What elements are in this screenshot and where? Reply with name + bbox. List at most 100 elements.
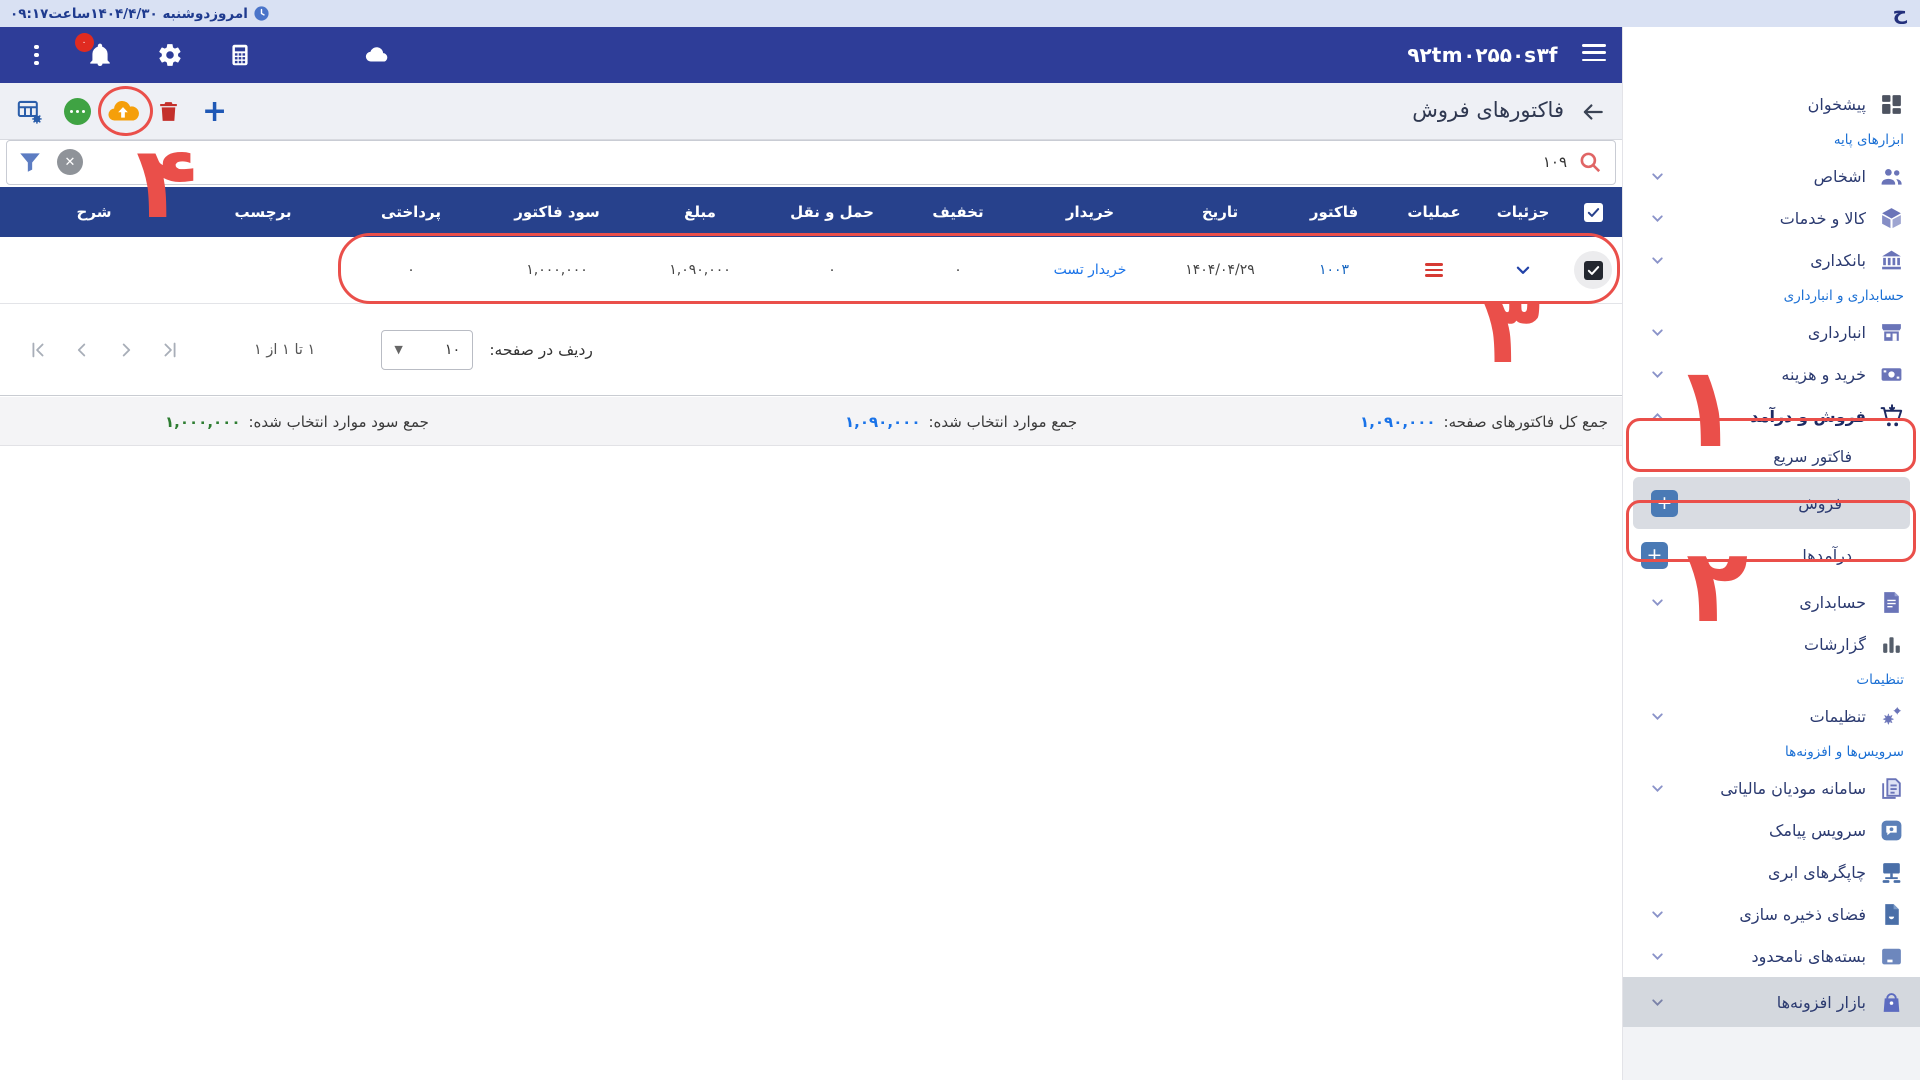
chevron-down-icon — [1649, 324, 1666, 341]
col-tag[interactable]: برچسب — [188, 203, 338, 221]
sidebar-item-accounting[interactable]: حسابداری — [1623, 581, 1920, 623]
section-settings: تنظیمات — [1623, 665, 1920, 695]
sidebar-item-persons[interactable]: اشخاص — [1623, 155, 1920, 197]
selected-total: جمع موارد انتخاب شده: ۱,۰۹۰,۰۰۰ — [845, 397, 1077, 446]
row-date: ۱۴۰۴/۰۴/۲۹ — [1158, 262, 1282, 278]
sidebar-item-goods-services[interactable]: کالا و خدمات — [1623, 197, 1920, 239]
col-invoice-profit[interactable]: سود فاکتور — [484, 203, 630, 221]
chevron-down-icon — [1649, 594, 1666, 611]
prev-page-button[interactable] — [60, 330, 104, 370]
col-amount[interactable]: مبلغ — [630, 203, 770, 221]
sidebar-item-tax-system[interactable]: سامانه مودیان مالیاتی — [1623, 767, 1920, 809]
bar-chart-icon — [1876, 632, 1906, 657]
back-arrow-icon[interactable] — [1580, 99, 1606, 125]
sidebar-item-addons-market[interactable]: بازار افزونه‌ها — [1623, 977, 1920, 1027]
table-header: جزئیات عملیات فاکتور تاریخ خریدار تخفیف … — [0, 187, 1622, 237]
next-page-button[interactable] — [104, 330, 148, 370]
selected-total-value: ۱,۰۹۰,۰۰۰ — [845, 413, 920, 431]
current-date: امروزدوشنبه ۱۴۰۴/۴/۳۰ساعت۰۹:۱۷ — [10, 0, 270, 27]
navbar-icons: ۰ — [30, 27, 390, 83]
add-invoice-button[interactable]: + — [202, 83, 227, 140]
row-discount: ۰ — [894, 262, 1022, 278]
chevron-down-icon — [1649, 366, 1666, 383]
sidebar-item-cloud-printers[interactable]: چاپگرهای ابری — [1623, 851, 1920, 893]
notification-badge: ۰ — [75, 33, 94, 52]
ledger-icon — [1876, 590, 1906, 615]
table-row[interactable]: ۱۰۰۳ ۱۴۰۴/۰۴/۲۹ خریدار تست ۰ ۰ ۱,۰۹۰,۰۰۰… — [0, 237, 1622, 304]
calculator-icon[interactable] — [227, 42, 253, 68]
page-total-value: ۱,۰۹۰,۰۰۰ — [1360, 413, 1435, 431]
col-buyer[interactable]: خریدار — [1022, 203, 1158, 221]
sidebar-toggle-icon[interactable] — [1582, 44, 1606, 61]
col-shipping[interactable]: حمل و نقل — [770, 203, 894, 221]
sidebar-item-banking[interactable]: بانکداری — [1623, 239, 1920, 281]
sidebar-item-sales-income[interactable]: فروش و درآمد — [1623, 395, 1920, 437]
sidebar-item-dashboard[interactable]: پیشخوان — [1623, 83, 1920, 125]
navbar: ۰ ۹۲tm۰۲۵۵۰s۳f — [0, 27, 1622, 83]
sidebar-item-sales[interactable]: فروش + — [1633, 477, 1910, 529]
col-discount[interactable]: تخفیف — [894, 203, 1022, 221]
selected-profit-value: ۱,۰۰۰,۰۰۰ — [165, 413, 240, 431]
settings-gear-icon[interactable] — [157, 42, 183, 68]
documents-icon — [1876, 776, 1906, 801]
first-page-button[interactable] — [16, 330, 60, 370]
col-details[interactable]: جزئیات — [1482, 203, 1564, 221]
clock-icon — [253, 5, 270, 22]
clear-filter-icon[interactable]: ✕ — [57, 149, 83, 175]
app-logo: ح — [1893, 0, 1907, 24]
sidebar-item-sms-service[interactable]: سرویس پیامک — [1623, 809, 1920, 851]
search-icon[interactable] — [1577, 149, 1603, 175]
col-operations[interactable]: عملیات — [1386, 203, 1482, 221]
filter-funnel-icon[interactable] — [17, 149, 43, 175]
sms-icon — [1876, 818, 1906, 843]
kebab-menu-icon[interactable] — [30, 41, 43, 70]
chevron-down-icon — [1649, 210, 1666, 227]
notifications-bell-icon[interactable]: ۰ — [87, 42, 113, 68]
chevron-down-icon — [1649, 780, 1666, 797]
section-basic-tools: ابزارهای پایه — [1623, 125, 1920, 155]
col-description[interactable]: شرح — [0, 203, 188, 221]
search-input[interactable] — [1447, 153, 1567, 171]
col-date[interactable]: تاریخ — [1158, 203, 1282, 221]
chevron-down-icon — [1649, 252, 1666, 269]
row-checkbox[interactable] — [1574, 251, 1612, 289]
sidebar-item-incomes[interactable]: درآمدها + — [1623, 529, 1920, 581]
more-options-button[interactable] — [64, 83, 91, 140]
col-invoice[interactable]: فاکتور — [1282, 203, 1386, 221]
cart-icon — [1876, 404, 1906, 429]
file-icon — [1876, 902, 1906, 927]
shopping-bag-icon — [1876, 990, 1906, 1015]
select-all-checkbox[interactable] — [1584, 203, 1603, 222]
section-accounting-warehousing: حسابداری و انبارداری — [1623, 281, 1920, 311]
add-income-button[interactable]: + — [1641, 542, 1668, 569]
cloud-icon[interactable] — [364, 42, 390, 68]
column-settings-button[interactable] — [16, 83, 43, 140]
sidebar-item-settings[interactable]: تنظیمات — [1623, 695, 1920, 737]
add-sale-button[interactable]: + — [1651, 490, 1678, 517]
chevron-down-icon — [1649, 708, 1666, 725]
row-operations-menu[interactable] — [1386, 263, 1482, 277]
delete-button[interactable] — [156, 83, 181, 140]
col-paid[interactable]: پرداختی — [338, 203, 484, 221]
chevron-down-icon — [1649, 994, 1666, 1011]
box-icon — [1876, 206, 1906, 231]
sidebar-item-storage[interactable]: فضای ذخیره سازی — [1623, 893, 1920, 935]
row-buyer-link[interactable]: خریدار تست — [1022, 262, 1158, 278]
printer-icon — [1876, 860, 1906, 885]
sidebar-item-unlimited-packages[interactable]: بسته‌های نامحدود — [1623, 935, 1920, 977]
row-details-expander[interactable] — [1482, 261, 1564, 279]
sidebar-item-warehousing[interactable]: انبارداری — [1623, 311, 1920, 353]
last-page-button[interactable] — [148, 330, 192, 370]
sidebar-item-purchase-expense[interactable]: خرید و هزینه — [1623, 353, 1920, 395]
business-code[interactable]: ۹۲tm۰۲۵۵۰s۳f — [1407, 27, 1558, 83]
selected-profit-total: جمع سود موارد انتخاب شده: ۱,۰۰۰,۰۰۰ — [165, 397, 429, 446]
row-paid: ۰ — [338, 262, 484, 278]
bank-icon — [1876, 248, 1906, 273]
cloud-upload-button[interactable] — [106, 83, 140, 140]
apps-grid-icon[interactable] — [297, 44, 320, 67]
sidebar-item-reports[interactable]: گزارشات — [1623, 623, 1920, 665]
people-icon — [1876, 164, 1906, 189]
rows-per-page-select[interactable]: ▼ ۱۰ — [381, 330, 473, 370]
sidebar-item-quick-invoice[interactable]: فاکتور سریع — [1623, 437, 1920, 477]
row-invoice-number[interactable]: ۱۰۰۳ — [1282, 262, 1386, 278]
